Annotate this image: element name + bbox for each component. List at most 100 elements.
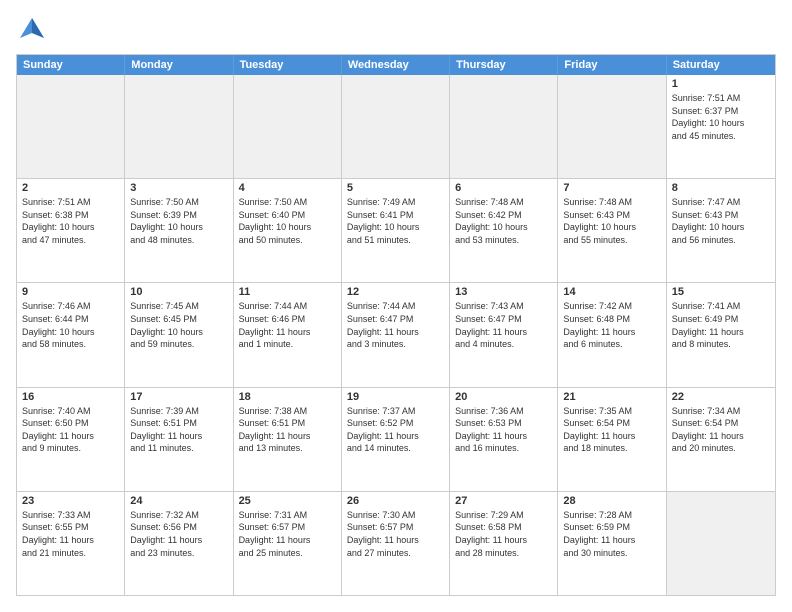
day-number: 2 xyxy=(22,182,119,194)
header-day-saturday: Saturday xyxy=(667,55,775,75)
calendar-cell xyxy=(667,492,775,595)
day-number: 16 xyxy=(22,391,119,403)
header-day-tuesday: Tuesday xyxy=(234,55,342,75)
day-info: Sunrise: 7:29 AM Sunset: 6:58 PM Dayligh… xyxy=(455,509,552,559)
calendar-cell: 28 Sunrise: 7:28 AM Sunset: 6:59 PM Dayli… xyxy=(558,492,666,595)
day-number: 1 xyxy=(672,78,770,90)
day-number: 20 xyxy=(455,391,552,403)
calendar-body: 1 Sunrise: 7:51 AM Sunset: 6:37 PM Daylig… xyxy=(17,75,775,595)
calendar-cell: 22 Sunrise: 7:34 AM Sunset: 6:54 PM Dayli… xyxy=(667,388,775,491)
day-number: 17 xyxy=(130,391,227,403)
calendar-row-1: 1 Sunrise: 7:51 AM Sunset: 6:37 PM Daylig… xyxy=(17,75,775,178)
calendar-row-4: 16 Sunrise: 7:40 AM Sunset: 6:50 PM Dayli… xyxy=(17,387,775,491)
calendar-cell: 8 Sunrise: 7:47 AM Sunset: 6:43 PM Daylig… xyxy=(667,179,775,282)
day-info: Sunrise: 7:43 AM Sunset: 6:47 PM Dayligh… xyxy=(455,300,552,350)
calendar-cell xyxy=(342,75,450,178)
day-info: Sunrise: 7:28 AM Sunset: 6:59 PM Dayligh… xyxy=(563,509,660,559)
calendar-cell: 21 Sunrise: 7:35 AM Sunset: 6:54 PM Dayli… xyxy=(558,388,666,491)
day-info: Sunrise: 7:48 AM Sunset: 6:43 PM Dayligh… xyxy=(563,196,660,246)
calendar-row-2: 2 Sunrise: 7:51 AM Sunset: 6:38 PM Daylig… xyxy=(17,178,775,282)
calendar: SundayMondayTuesdayWednesdayThursdayFrid… xyxy=(16,54,776,596)
calendar-cell: 27 Sunrise: 7:29 AM Sunset: 6:58 PM Dayli… xyxy=(450,492,558,595)
day-info: Sunrise: 7:36 AM Sunset: 6:53 PM Dayligh… xyxy=(455,405,552,455)
calendar-cell: 26 Sunrise: 7:30 AM Sunset: 6:57 PM Dayli… xyxy=(342,492,450,595)
calendar-cell: 10 Sunrise: 7:45 AM Sunset: 6:45 PM Dayli… xyxy=(125,283,233,386)
header xyxy=(16,16,776,44)
day-info: Sunrise: 7:41 AM Sunset: 6:49 PM Dayligh… xyxy=(672,300,770,350)
day-info: Sunrise: 7:42 AM Sunset: 6:48 PM Dayligh… xyxy=(563,300,660,350)
day-number: 4 xyxy=(239,182,336,194)
header-day-wednesday: Wednesday xyxy=(342,55,450,75)
calendar-cell: 25 Sunrise: 7:31 AM Sunset: 6:57 PM Dayli… xyxy=(234,492,342,595)
day-info: Sunrise: 7:51 AM Sunset: 6:38 PM Dayligh… xyxy=(22,196,119,246)
header-day-monday: Monday xyxy=(125,55,233,75)
day-number: 27 xyxy=(455,495,552,507)
calendar-cell: 6 Sunrise: 7:48 AM Sunset: 6:42 PM Daylig… xyxy=(450,179,558,282)
calendar-header: SundayMondayTuesdayWednesdayThursdayFrid… xyxy=(17,55,775,75)
day-number: 14 xyxy=(563,286,660,298)
day-number: 7 xyxy=(563,182,660,194)
day-number: 25 xyxy=(239,495,336,507)
day-info: Sunrise: 7:34 AM Sunset: 6:54 PM Dayligh… xyxy=(672,405,770,455)
day-info: Sunrise: 7:50 AM Sunset: 6:40 PM Dayligh… xyxy=(239,196,336,246)
day-number: 26 xyxy=(347,495,444,507)
calendar-cell: 5Sunrise: 7:49 AM Sunset: 6:41 PM Daylig… xyxy=(342,179,450,282)
day-info: Sunrise: 7:31 AM Sunset: 6:57 PM Dayligh… xyxy=(239,509,336,559)
calendar-cell xyxy=(558,75,666,178)
calendar-row-3: 9 Sunrise: 7:46 AM Sunset: 6:44 PM Daylig… xyxy=(17,282,775,386)
header-day-sunday: Sunday xyxy=(17,55,125,75)
day-number: 3 xyxy=(130,182,227,194)
day-number: 13 xyxy=(455,286,552,298)
header-day-thursday: Thursday xyxy=(450,55,558,75)
page: SundayMondayTuesdayWednesdayThursdayFrid… xyxy=(0,0,792,612)
calendar-cell: 3Sunrise: 7:50 AM Sunset: 6:39 PM Daylig… xyxy=(125,179,233,282)
day-number: 23 xyxy=(22,495,119,507)
day-number: 6 xyxy=(455,182,552,194)
calendar-cell: 17 Sunrise: 7:39 AM Sunset: 6:51 PM Dayli… xyxy=(125,388,233,491)
calendar-cell xyxy=(234,75,342,178)
calendar-cell: 13 Sunrise: 7:43 AM Sunset: 6:47 PM Dayli… xyxy=(450,283,558,386)
calendar-cell xyxy=(17,75,125,178)
day-info: Sunrise: 7:44 AM Sunset: 6:46 PM Dayligh… xyxy=(239,300,336,350)
day-number: 18 xyxy=(239,391,336,403)
day-info: Sunrise: 7:35 AM Sunset: 6:54 PM Dayligh… xyxy=(563,405,660,455)
day-number: 11 xyxy=(239,286,336,298)
day-info: Sunrise: 7:51 AM Sunset: 6:37 PM Dayligh… xyxy=(672,92,770,142)
header-day-friday: Friday xyxy=(558,55,666,75)
day-number: 8 xyxy=(672,182,770,194)
calendar-cell: 20 Sunrise: 7:36 AM Sunset: 6:53 PM Dayli… xyxy=(450,388,558,491)
day-number: 28 xyxy=(563,495,660,507)
calendar-row-5: 23 Sunrise: 7:33 AM Sunset: 6:55 PM Dayli… xyxy=(17,491,775,595)
logo-icon xyxy=(18,16,46,44)
calendar-cell: 19Sunrise: 7:37 AM Sunset: 6:52 PM Dayli… xyxy=(342,388,450,491)
day-info: Sunrise: 7:32 AM Sunset: 6:56 PM Dayligh… xyxy=(130,509,227,559)
day-info: Sunrise: 7:33 AM Sunset: 6:55 PM Dayligh… xyxy=(22,509,119,559)
calendar-cell: 23 Sunrise: 7:33 AM Sunset: 6:55 PM Dayli… xyxy=(17,492,125,595)
calendar-cell: 24 Sunrise: 7:32 AM Sunset: 6:56 PM Dayli… xyxy=(125,492,233,595)
day-info: Sunrise: 7:46 AM Sunset: 6:44 PM Dayligh… xyxy=(22,300,119,350)
day-info: Sunrise: 7:40 AM Sunset: 6:50 PM Dayligh… xyxy=(22,405,119,455)
day-number: 21 xyxy=(563,391,660,403)
calendar-cell xyxy=(450,75,558,178)
day-number: 24 xyxy=(130,495,227,507)
calendar-cell: 14 Sunrise: 7:42 AM Sunset: 6:48 PM Dayli… xyxy=(558,283,666,386)
day-info: Sunrise: 7:30 AM Sunset: 6:57 PM Dayligh… xyxy=(347,509,444,559)
calendar-cell: 7 Sunrise: 7:48 AM Sunset: 6:43 PM Daylig… xyxy=(558,179,666,282)
day-number: 9 xyxy=(22,286,119,298)
calendar-cell: 1 Sunrise: 7:51 AM Sunset: 6:37 PM Daylig… xyxy=(667,75,775,178)
day-info: Sunrise: 7:48 AM Sunset: 6:42 PM Dayligh… xyxy=(455,196,552,246)
calendar-cell: 9 Sunrise: 7:46 AM Sunset: 6:44 PM Daylig… xyxy=(17,283,125,386)
calendar-cell: 2 Sunrise: 7:51 AM Sunset: 6:38 PM Daylig… xyxy=(17,179,125,282)
calendar-cell xyxy=(125,75,233,178)
day-info: Sunrise: 7:45 AM Sunset: 6:45 PM Dayligh… xyxy=(130,300,227,350)
day-number: 22 xyxy=(672,391,770,403)
day-info: Sunrise: 7:37 AM Sunset: 6:52 PM Dayligh… xyxy=(347,405,444,455)
calendar-cell: 4 Sunrise: 7:50 AM Sunset: 6:40 PM Daylig… xyxy=(234,179,342,282)
logo xyxy=(16,16,46,44)
day-number: 15 xyxy=(672,286,770,298)
day-info: Sunrise: 7:39 AM Sunset: 6:51 PM Dayligh… xyxy=(130,405,227,455)
day-info: Sunrise: 7:49 AM Sunset: 6:41 PM Dayligh… xyxy=(347,196,444,246)
day-number: 10 xyxy=(130,286,227,298)
day-info: Sunrise: 7:47 AM Sunset: 6:43 PM Dayligh… xyxy=(672,196,770,246)
calendar-cell: 18Sunrise: 7:38 AM Sunset: 6:51 PM Dayli… xyxy=(234,388,342,491)
